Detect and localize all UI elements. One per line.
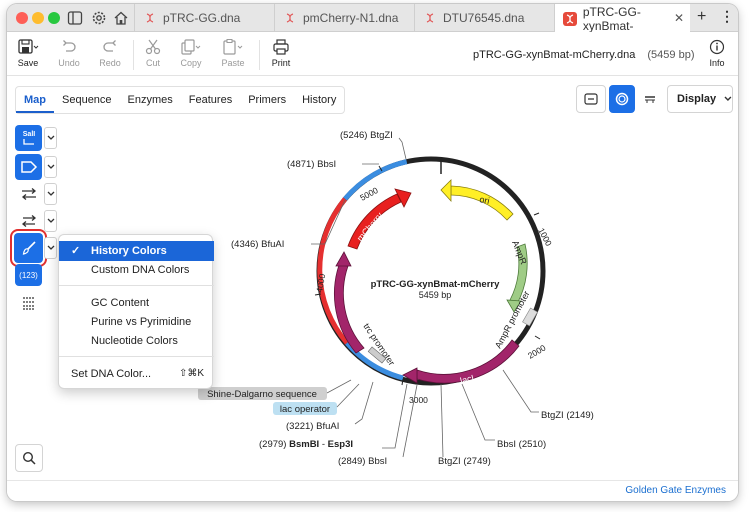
ori-label: ori: [479, 194, 491, 206]
shine-dalgarno-label: Shine-Dalgarno sequence: [207, 389, 317, 400]
menu-separator: [59, 285, 214, 286]
lac-operator-label: lac operator: [280, 404, 330, 415]
lac-operator-leader: [336, 383, 360, 408]
menu-separator: [59, 356, 214, 357]
site-2849[interactable]: (2849) BbsI: [338, 456, 387, 467]
site-2149[interactable]: BtgZI (2149): [541, 410, 594, 421]
dna-color-menu: ✓ History Colors Custom DNA Colors GC Co…: [58, 234, 214, 389]
app-window: pTRC-GG.dna pmCherry-N1.dna DTU76545.dna…: [7, 4, 738, 501]
site-2979[interactable]: (2979) BsmBI - Esp3I: [259, 439, 353, 450]
site-4346[interactable]: (4346) BfuAI: [231, 239, 284, 250]
xynb-arrowhead: [335, 251, 352, 267]
xynb-label: xynB: [343, 288, 356, 309]
menu-item-label: Set DNA Color...: [71, 368, 152, 380]
tick-2000: 2000: [526, 342, 548, 360]
tick-4000: 4000: [314, 273, 327, 294]
menu-item-purine-vs-pyrimidine[interactable]: Purine vs Pyrimidine: [59, 312, 214, 332]
site-5246[interactable]: (5246) BtgZI: [340, 130, 393, 141]
site-3221[interactable]: (3221) BfuAI: [286, 421, 339, 432]
menu-item-nucleotide-colors[interactable]: Nucleotide Colors: [59, 331, 214, 351]
shortcut-label: ⇧⌘K: [178, 368, 204, 379]
laci-label: lacI: [459, 373, 475, 386]
shine-dalgarno-leader: [326, 379, 352, 394]
menu-item-history-colors[interactable]: ✓ History Colors: [59, 241, 214, 261]
site-2510[interactable]: BbsI (2510): [497, 439, 546, 450]
site-2749[interactable]: BtgZI (2749): [438, 456, 491, 467]
map-length: 5459 bp: [419, 290, 452, 300]
menu-item-gc-content[interactable]: GC Content: [59, 293, 214, 313]
status-bar: Golden Gate Enzymes: [7, 480, 738, 501]
tick-3000: 3000: [409, 395, 428, 405]
ori-arrowhead: [440, 179, 452, 203]
golden-gate-link[interactable]: Golden Gate Enzymes: [625, 485, 726, 496]
tick-5000: 5000: [358, 185, 380, 203]
checkmark-icon: ✓: [71, 245, 81, 257]
site-4871[interactable]: (4871) BbsI: [287, 159, 336, 170]
map-name: pTRC-GG-xynBmat-mCherry: [371, 279, 501, 290]
menu-item-custom-dna-colors[interactable]: Custom DNA Colors: [59, 260, 214, 280]
menu-item-set-dna-color[interactable]: Set DNA Color... ⇧⌘K: [59, 364, 214, 384]
menu-item-label: History Colors: [91, 245, 167, 257]
